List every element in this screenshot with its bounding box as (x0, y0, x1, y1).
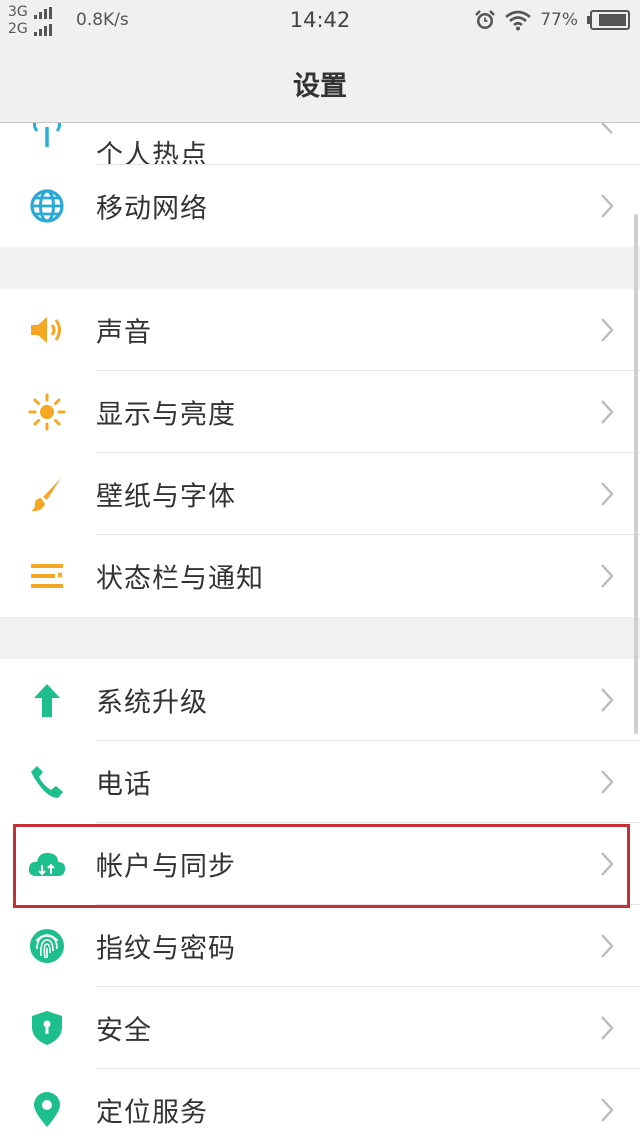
chevron-right-icon (601, 194, 614, 218)
settings-item-wallpaper-font[interactable]: 壁纸与字体 (0, 453, 640, 535)
hotspot-icon (26, 123, 68, 147)
settings-item-statusbar-notification[interactable]: 状态栏与通知 (0, 535, 640, 617)
cloud-sync-icon (26, 843, 68, 885)
section-gap (0, 247, 640, 289)
settings-item-system-upgrade[interactable]: 系统升级 (0, 659, 640, 741)
settings-item-label: 安全 (96, 1015, 152, 1047)
settings-item-security[interactable]: 安全 (0, 987, 640, 1069)
settings-item-label: 指纹与密码 (96, 933, 236, 965)
chevron-right-icon (601, 688, 614, 712)
settings-group-display: 声音 显示与亮度 壁纸与字体 状态栏与通知 (0, 289, 640, 617)
scrollbar[interactable] (634, 214, 638, 734)
settings-item-account-sync[interactable]: 帐户与同步 (0, 823, 640, 905)
chevron-right-icon (601, 318, 614, 342)
wifi-icon (505, 10, 532, 31)
settings-item-phone[interactable]: 电话 (0, 741, 640, 823)
settings-item-label: 定位服务 (96, 1097, 208, 1129)
title-bar: 设置 (0, 44, 640, 123)
settings-item-hotspot[interactable]: 个人热点 (0, 123, 640, 171)
settings-item-label: 帐户与同步 (96, 851, 236, 883)
settings-item-label: 显示与亮度 (96, 399, 236, 431)
settings-list[interactable]: 个人热点 移动网络 声音 显示与亮度 壁纸与字体 状态栏与通知 系统升级 电话 … (0, 123, 640, 1138)
speaker-icon (26, 309, 68, 351)
page-title: 设置 (293, 70, 347, 102)
menu-list-icon (26, 555, 68, 597)
settings-item-location-service[interactable]: 定位服务 (0, 1069, 640, 1138)
chevron-right-icon (601, 852, 614, 876)
location-pin-icon (26, 1089, 68, 1131)
settings-item-label: 移动网络 (96, 193, 208, 225)
settings-group-system: 系统升级 电话 帐户与同步 指纹与密码 安全 定位服务 (0, 659, 640, 1138)
alarm-clock-icon (475, 10, 496, 29)
chevron-right-icon (601, 934, 614, 958)
battery-percentage: 77% (540, 10, 578, 30)
chevron-right-icon (601, 564, 614, 588)
status-bar: 3G 2G 0.8K/s 14:42 77% (0, 0, 640, 44)
chevron-right-icon (601, 482, 614, 506)
settings-item-display-brightness[interactable]: 显示与亮度 (0, 371, 640, 453)
phone-icon (26, 761, 68, 803)
settings-item-sound[interactable]: 声音 (0, 289, 640, 371)
chevron-right-icon (601, 123, 613, 134)
settings-item-fingerprint-password[interactable]: 指纹与密码 (0, 905, 640, 987)
globe-icon (26, 185, 68, 227)
shield-icon (26, 1007, 68, 1049)
settings-item-label: 状态栏与通知 (96, 563, 264, 595)
fingerprint-icon (26, 925, 68, 967)
chevron-right-icon (601, 1016, 614, 1040)
settings-item-mobile-network[interactable]: 移动网络 (0, 165, 640, 247)
settings-item-label: 壁纸与字体 (96, 481, 236, 513)
settings-item-label: 声音 (96, 317, 152, 349)
settings-item-label: 系统升级 (96, 687, 208, 719)
settings-item-label: 电话 (96, 769, 152, 801)
upgrade-arrow-icon (26, 679, 68, 721)
brush-icon (26, 473, 68, 515)
chevron-right-icon (601, 770, 614, 794)
settings-group-network: 个人热点 移动网络 (0, 123, 640, 247)
chevron-right-icon (601, 400, 614, 424)
sun-icon (26, 391, 68, 433)
chevron-right-icon (601, 1098, 614, 1122)
section-gap (0, 617, 640, 659)
battery-icon (587, 10, 630, 30)
